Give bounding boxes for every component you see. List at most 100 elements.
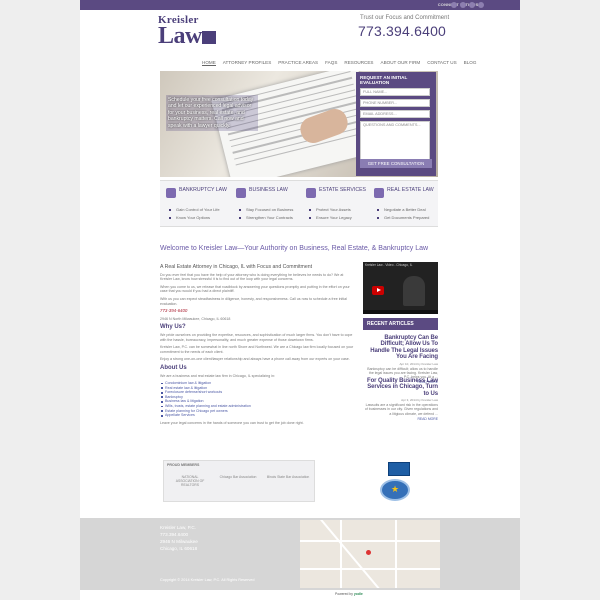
chicago-bar-logo: Chicago Bar Association <box>219 475 257 479</box>
practice-title: ESTATE SERVICES <box>319 187 366 193</box>
tagline: Trust our Focus and Commitment <box>360 15 450 21</box>
practice-item: Stay Focused on Business <box>238 207 298 213</box>
logo[interactable]: Kreisler Law <box>158 14 220 50</box>
nav-practice-areas[interactable]: PRACTICE AREAS <box>278 60 318 66</box>
nav-resources[interactable]: RESOURCES <box>344 60 373 66</box>
hero-text: Schedule your free consultation today an… <box>166 95 258 132</box>
free-consultation-button[interactable]: GET FREE CONSULTATION <box>360 159 432 168</box>
powered-label: Powered by <box>335 592 353 596</box>
article: Bankruptcy Can Be Difficult; Allow Us To… <box>363 335 438 384</box>
practice-item: Negotiate a Better Deal <box>376 207 436 213</box>
practice-item: Know Your Options <box>168 215 228 221</box>
footer-info: Kreisler Law, P.C. 773.394.6400 2946 N M… <box>160 524 198 552</box>
article-date: Apr 10, 2014 by Kreisler Law <box>399 361 438 366</box>
nav-faqs[interactable]: FAQS <box>325 60 337 66</box>
map-pin-icon[interactable] <box>366 550 371 555</box>
illinois-bar-logo: Illinois State Bar Association <box>266 475 310 479</box>
paragraph: Enjoy a strong one-on-one client/lawyer … <box>160 357 350 362</box>
house-icon <box>374 188 384 198</box>
article-title[interactable]: Bankruptcy Can Be Difficult; Allow Us To… <box>363 335 438 361</box>
play-icon[interactable] <box>372 286 384 295</box>
nav-home[interactable]: HOME <box>202 60 216 66</box>
practice-item: Strengthen Your Contracts <box>238 215 298 221</box>
nav-blog[interactable]: BLOG <box>464 60 477 66</box>
full-name-field[interactable]: FULL NAME... <box>360 88 430 96</box>
practice-real-estate[interactable]: REAL ESTATE LAW Negotiate a Better Deal G… <box>370 184 438 226</box>
intro-heading: A Real Estate Attorney in Chicago, IL wi… <box>160 264 313 270</box>
paragraph: Kreisler Law, P.C. can be somewhat in li… <box>160 345 354 354</box>
practice-estate[interactable]: ESTATE SERVICES Protect Your Assets Ensur… <box>302 184 370 226</box>
document-icon <box>306 188 316 198</box>
powered-by-bar: Powered by yodle <box>80 590 520 600</box>
practice-business[interactable]: BUSINESS LAW Stay Focused on Business Str… <box>232 184 300 226</box>
bbb-accredited-badge[interactable] <box>388 462 410 476</box>
paragraph: We are a business and real estate law fi… <box>160 373 276 378</box>
form-title: REQUEST AN INITIAL EVALUATION <box>360 75 408 85</box>
video-thumbnail <box>403 276 425 306</box>
paragraph: With us you can expect steadfastness in … <box>160 296 347 306</box>
practice-areas: BANKRUPTCY LAW Gain Control of Your Life… <box>160 180 438 227</box>
paragraph: Do you ever feel that you have the help … <box>160 272 344 282</box>
footer-phone[interactable]: 773.394.6400 <box>160 531 198 538</box>
nav-about[interactable]: ABOUT OUR FIRM <box>381 60 421 66</box>
practice-item: Ensure Your Legacy <box>308 215 368 221</box>
footer-firm: Kreisler Law, P.C. <box>160 525 196 530</box>
article-title[interactable]: For Quality Business Law Services in Chi… <box>363 378 438 397</box>
location-map[interactable] <box>300 520 440 588</box>
paragraph: When you come to us, we release that roa… <box>160 284 350 294</box>
yodle-logo[interactable]: yodle <box>354 592 363 596</box>
nav-contact[interactable]: CONTACT US <box>427 60 456 66</box>
article: For Quality Business Law Services in Chi… <box>363 378 438 421</box>
content-phone[interactable]: 773-394-6400 <box>160 309 356 314</box>
welcome-heading: Welcome to Kreisler Law—Your Authority o… <box>160 245 429 252</box>
practice-bankruptcy[interactable]: BANKRUPTCY LAW Gain Control of Your Life… <box>162 184 230 226</box>
video-title: Kreisler Law - Video - Chicago, IL <box>365 263 413 267</box>
nav-attorney-profiles[interactable]: ATTORNEY PROFILES <box>223 60 272 66</box>
powered-by: Powered by yodle <box>335 592 363 596</box>
copyright: Copyright © 2014 Kreisler Law, P.C. All … <box>160 578 255 582</box>
practice-title: BUSINESS LAW <box>249 187 288 193</box>
footer-street: 2946 N Milwaukee <box>160 539 198 544</box>
phone-field[interactable]: PHONE NUMBER... <box>360 99 430 107</box>
service-link[interactable]: Appellate Services <box>160 413 356 418</box>
realtors-logo: NATIONAL ASSOCIATION OF REALTORS <box>175 475 205 487</box>
right-margin <box>520 0 600 600</box>
practice-item: Gain Control of Your Life <box>168 207 228 213</box>
paragraph: Leave your legal concerns in the hands o… <box>160 420 304 425</box>
award-badge[interactable] <box>380 479 410 501</box>
facebook-icon[interactable] <box>460 2 466 8</box>
practice-title: REAL ESTATE LAW <box>387 187 434 193</box>
footer-city: Chicago, IL 60618 <box>160 546 198 551</box>
main-content: A Real Estate Attorney in Chicago, IL wi… <box>160 262 356 428</box>
courthouse-icon <box>202 31 216 44</box>
youtube-icon[interactable] <box>478 2 484 8</box>
video-player[interactable]: Kreisler Law - Video - Chicago, IL <box>363 262 438 314</box>
article-excerpt: Lawsuits are a significant risk in the o… <box>364 403 438 416</box>
left-margin <box>0 0 80 600</box>
briefcase-icon <box>236 188 246 198</box>
practice-item: Get Documents Prepared <box>376 215 436 221</box>
article-date: Apr 3, 2014 by Kreisler Law <box>401 398 438 403</box>
why-us-heading: Why Us? <box>160 324 186 331</box>
header-phone[interactable]: 773.394.6400 <box>358 23 446 39</box>
members-title: PROUD MEMBERS <box>167 463 200 467</box>
content-address: 2946 N North Milwaukee, Chicago, IL 6061… <box>160 316 231 321</box>
email-field[interactable]: EMAIL ADDRESS... <box>360 110 430 118</box>
practice-item: Protect Your Assets <box>308 207 368 213</box>
main-nav: HOME ATTORNEY PROFILES PRACTICE AREAS FA… <box>202 60 476 66</box>
recent-articles-header: RECENT ARTICLES <box>363 318 438 330</box>
video-controls[interactable] <box>363 310 438 314</box>
comments-field[interactable]: QUESTIONS AND COMMENTS... <box>360 121 430 161</box>
about-us-heading: About Us <box>160 364 187 371</box>
google-plus-icon[interactable] <box>469 2 475 8</box>
read-more-link[interactable]: READ MORE <box>363 417 438 421</box>
paragraph: We pride ourselves on providing the expe… <box>160 332 353 342</box>
proud-members: PROUD MEMBERS NATIONAL ASSOCIATION OF RE… <box>163 460 315 502</box>
twitter-icon[interactable] <box>451 2 457 8</box>
top-bar: CONNECT WITH US: <box>80 0 520 10</box>
services-list: Condominium law & litigation Real estate… <box>160 381 356 418</box>
practice-title: BANKRUPTCY LAW <box>179 187 227 193</box>
piggy-bank-icon <box>166 188 176 198</box>
logo-main-text: Law <box>158 23 202 49</box>
evaluation-form: REQUEST AN INITIAL EVALUATION FULL NAME.… <box>356 72 436 176</box>
